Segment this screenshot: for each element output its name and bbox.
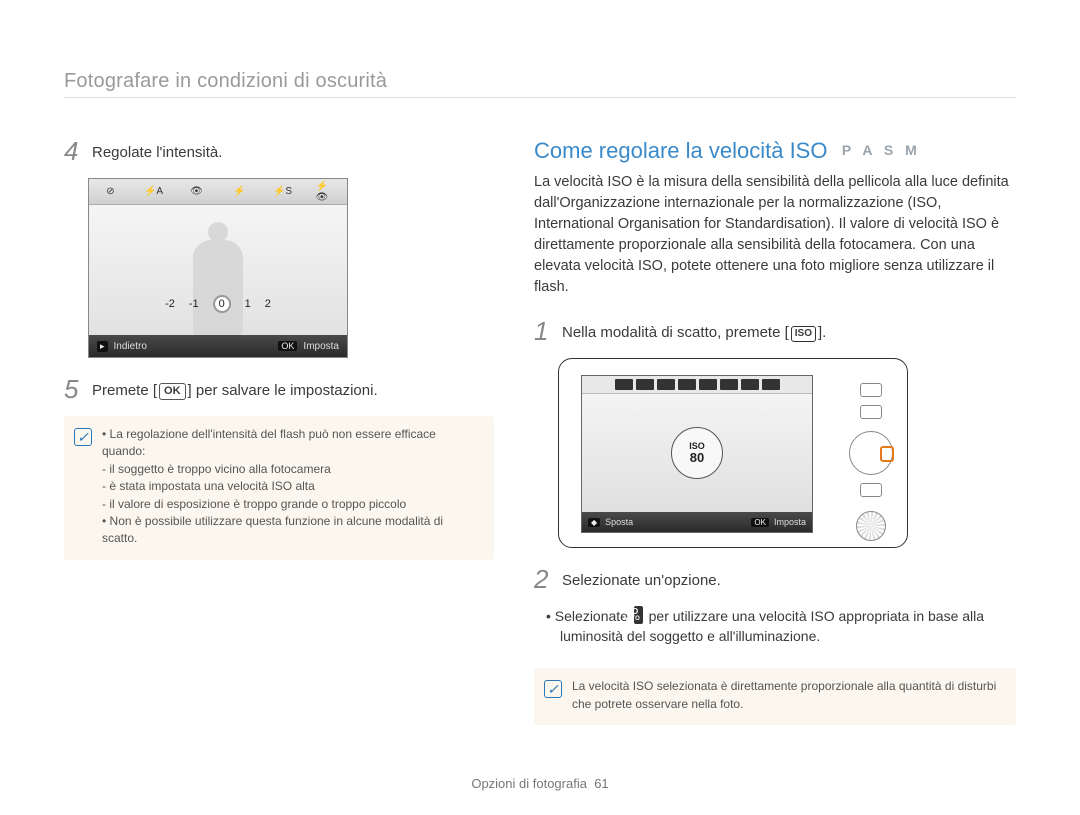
move-key-icon: ◆ bbox=[588, 518, 600, 527]
iso-chip bbox=[636, 379, 654, 390]
camera-jog-dial bbox=[856, 511, 886, 541]
ok-key-icon: OK bbox=[751, 518, 769, 527]
text-fragment: Nella modalità di scatto, premete [ bbox=[562, 324, 789, 341]
note-line: La regolazione dell'intensità del flash … bbox=[102, 426, 480, 461]
back-label: Indietro bbox=[114, 341, 147, 352]
note-line: Non è possibile utilizzare questa funzio… bbox=[102, 513, 480, 548]
page-footer: Opzioni di fotografia 61 bbox=[0, 776, 1080, 791]
camera-screen-intensity: ⊘ ⚡A 👁 ⚡ ⚡S ⚡👁 -2 -1 0 1 2 ▸ Indietro bbox=[88, 178, 348, 358]
iso-button-highlight bbox=[880, 446, 894, 462]
footer-section: Opzioni di fotografia bbox=[471, 776, 587, 791]
iso-chip bbox=[615, 379, 633, 390]
iso-chip bbox=[741, 379, 759, 390]
iso-chip bbox=[699, 379, 717, 390]
mode-indicator: P A S M bbox=[842, 142, 921, 158]
iso-value-dial: ISO 80 bbox=[671, 427, 723, 479]
flash-mode-strip: ⊘ ⚡A 👁 ⚡ ⚡S ⚡👁 bbox=[89, 179, 347, 205]
scale-plus-2: 2 bbox=[265, 298, 271, 310]
step-number: 5 bbox=[64, 376, 82, 402]
note-subline: il soggetto è troppo vicino alla fotocam… bbox=[102, 461, 480, 478]
camera-button bbox=[860, 383, 882, 397]
set-label: Imposta bbox=[774, 517, 806, 527]
scale-minus-1: -1 bbox=[189, 298, 199, 310]
footer-page-number: 61 bbox=[594, 776, 608, 791]
note-icon: ✓ bbox=[74, 428, 92, 446]
step-text: Regolate l'intensità. bbox=[92, 138, 222, 163]
screen-footer: ▸ Indietro OK Imposta bbox=[89, 335, 347, 357]
scale-minus-2: -2 bbox=[165, 298, 175, 310]
flash-slow-icon: ⚡S bbox=[273, 184, 293, 200]
note-subline: è stata impostata una velocità ISO alta bbox=[102, 478, 480, 495]
iso-chip bbox=[678, 379, 696, 390]
redeye-icon: 👁 bbox=[187, 184, 207, 200]
flash-fill-icon: ⚡ bbox=[230, 184, 250, 200]
iso-chip bbox=[657, 379, 675, 390]
step-5: 5 Premete [OK] per salvare le impostazio… bbox=[64, 376, 494, 402]
move-label: Sposta bbox=[605, 517, 633, 527]
iso-value: 80 bbox=[690, 451, 704, 464]
back-key-icon: ▸ bbox=[97, 341, 108, 352]
iso-auto-badge: ISOAUTO bbox=[634, 606, 643, 624]
step-2-sub-bullet: Selezionate ISOAUTO per utilizzare una v… bbox=[534, 606, 1016, 646]
note-box-flash-intensity: ✓ La regolazione dell'intensità del flas… bbox=[64, 416, 494, 560]
note-content: La velocità ISO selezionata è direttamen… bbox=[572, 678, 1002, 713]
text-fragment: ] per salvare le impostazioni. bbox=[188, 382, 378, 399]
step-text: Premete [OK] per salvare le impostazioni… bbox=[92, 376, 378, 401]
note-icon: ✓ bbox=[544, 680, 562, 698]
flash-off-icon: ⊘ bbox=[101, 184, 121, 200]
step-number: 1 bbox=[534, 318, 552, 344]
intensity-scale: -2 -1 0 1 2 bbox=[165, 295, 271, 313]
ok-key-icon: OK bbox=[278, 341, 297, 351]
text-fragment: Premete [ bbox=[92, 382, 157, 399]
iso-key-badge: ISO bbox=[791, 326, 816, 342]
divider bbox=[64, 97, 1016, 98]
step-number: 2 bbox=[534, 566, 552, 592]
scale-zero: 0 bbox=[213, 295, 231, 313]
subject-silhouette bbox=[193, 240, 243, 335]
iso-preview: ISO 80 bbox=[582, 394, 812, 512]
step-4: 4 Regolate l'intensità. bbox=[64, 138, 494, 164]
camera-button bbox=[860, 405, 882, 419]
camera-body-illustration: ISO 80 ◆ Sposta OK Imposta bbox=[558, 358, 908, 548]
section-heading: Come regolare la velocità ISO bbox=[534, 138, 827, 163]
content-columns: 4 Regolate l'intensità. ⊘ ⚡A 👁 ⚡ ⚡S ⚡👁 -… bbox=[64, 138, 1016, 725]
camera-side-buttons bbox=[849, 383, 893, 541]
breadcrumb: Fotografare in condizioni di oscurità bbox=[64, 70, 1016, 93]
iso-option-strip bbox=[582, 376, 812, 394]
section-heading-row: Come regolare la velocità ISO P A S M bbox=[534, 138, 1016, 164]
iso-chip bbox=[720, 379, 738, 390]
set-label: Imposta bbox=[303, 341, 339, 352]
camera-button bbox=[860, 483, 882, 497]
camera-dpad bbox=[849, 431, 893, 475]
scale-plus-1: 1 bbox=[245, 298, 251, 310]
note-subline: il valore di esposizione è troppo grande… bbox=[102, 496, 480, 513]
right-column: Come regolare la velocità ISO P A S M La… bbox=[534, 138, 1016, 725]
step-text: Nella modalità di scatto, premete [ISO]. bbox=[562, 318, 826, 343]
text-fragment: Selezionate bbox=[555, 608, 632, 624]
text-fragment: ]. bbox=[818, 324, 826, 341]
note-box-iso-noise: ✓ La velocità ISO selezionata è direttam… bbox=[534, 668, 1016, 725]
note-content: La regolazione dell'intensità del flash … bbox=[102, 426, 480, 548]
ok-key-badge: OK bbox=[159, 383, 186, 400]
preview-area: -2 -1 0 1 2 bbox=[89, 205, 347, 335]
camera-lcd: ISO 80 ◆ Sposta OK Imposta bbox=[581, 375, 813, 533]
step-1: 1 Nella modalità di scatto, premete [ISO… bbox=[534, 318, 1016, 344]
left-column: 4 Regolate l'intensità. ⊘ ⚡A 👁 ⚡ ⚡S ⚡👁 -… bbox=[64, 138, 494, 725]
intro-paragraph: La velocità ISO è la misura della sensib… bbox=[534, 172, 1016, 298]
step-number: 4 bbox=[64, 138, 82, 164]
step-text: Selezionate un'opzione. bbox=[562, 566, 721, 591]
iso-chip bbox=[762, 379, 780, 390]
step-2: 2 Selezionate un'opzione. bbox=[534, 566, 1016, 592]
flash-redeye2-icon: ⚡👁 bbox=[316, 184, 336, 200]
lcd-footer: ◆ Sposta OK Imposta bbox=[582, 512, 812, 532]
flash-auto-icon: ⚡A bbox=[144, 184, 164, 200]
